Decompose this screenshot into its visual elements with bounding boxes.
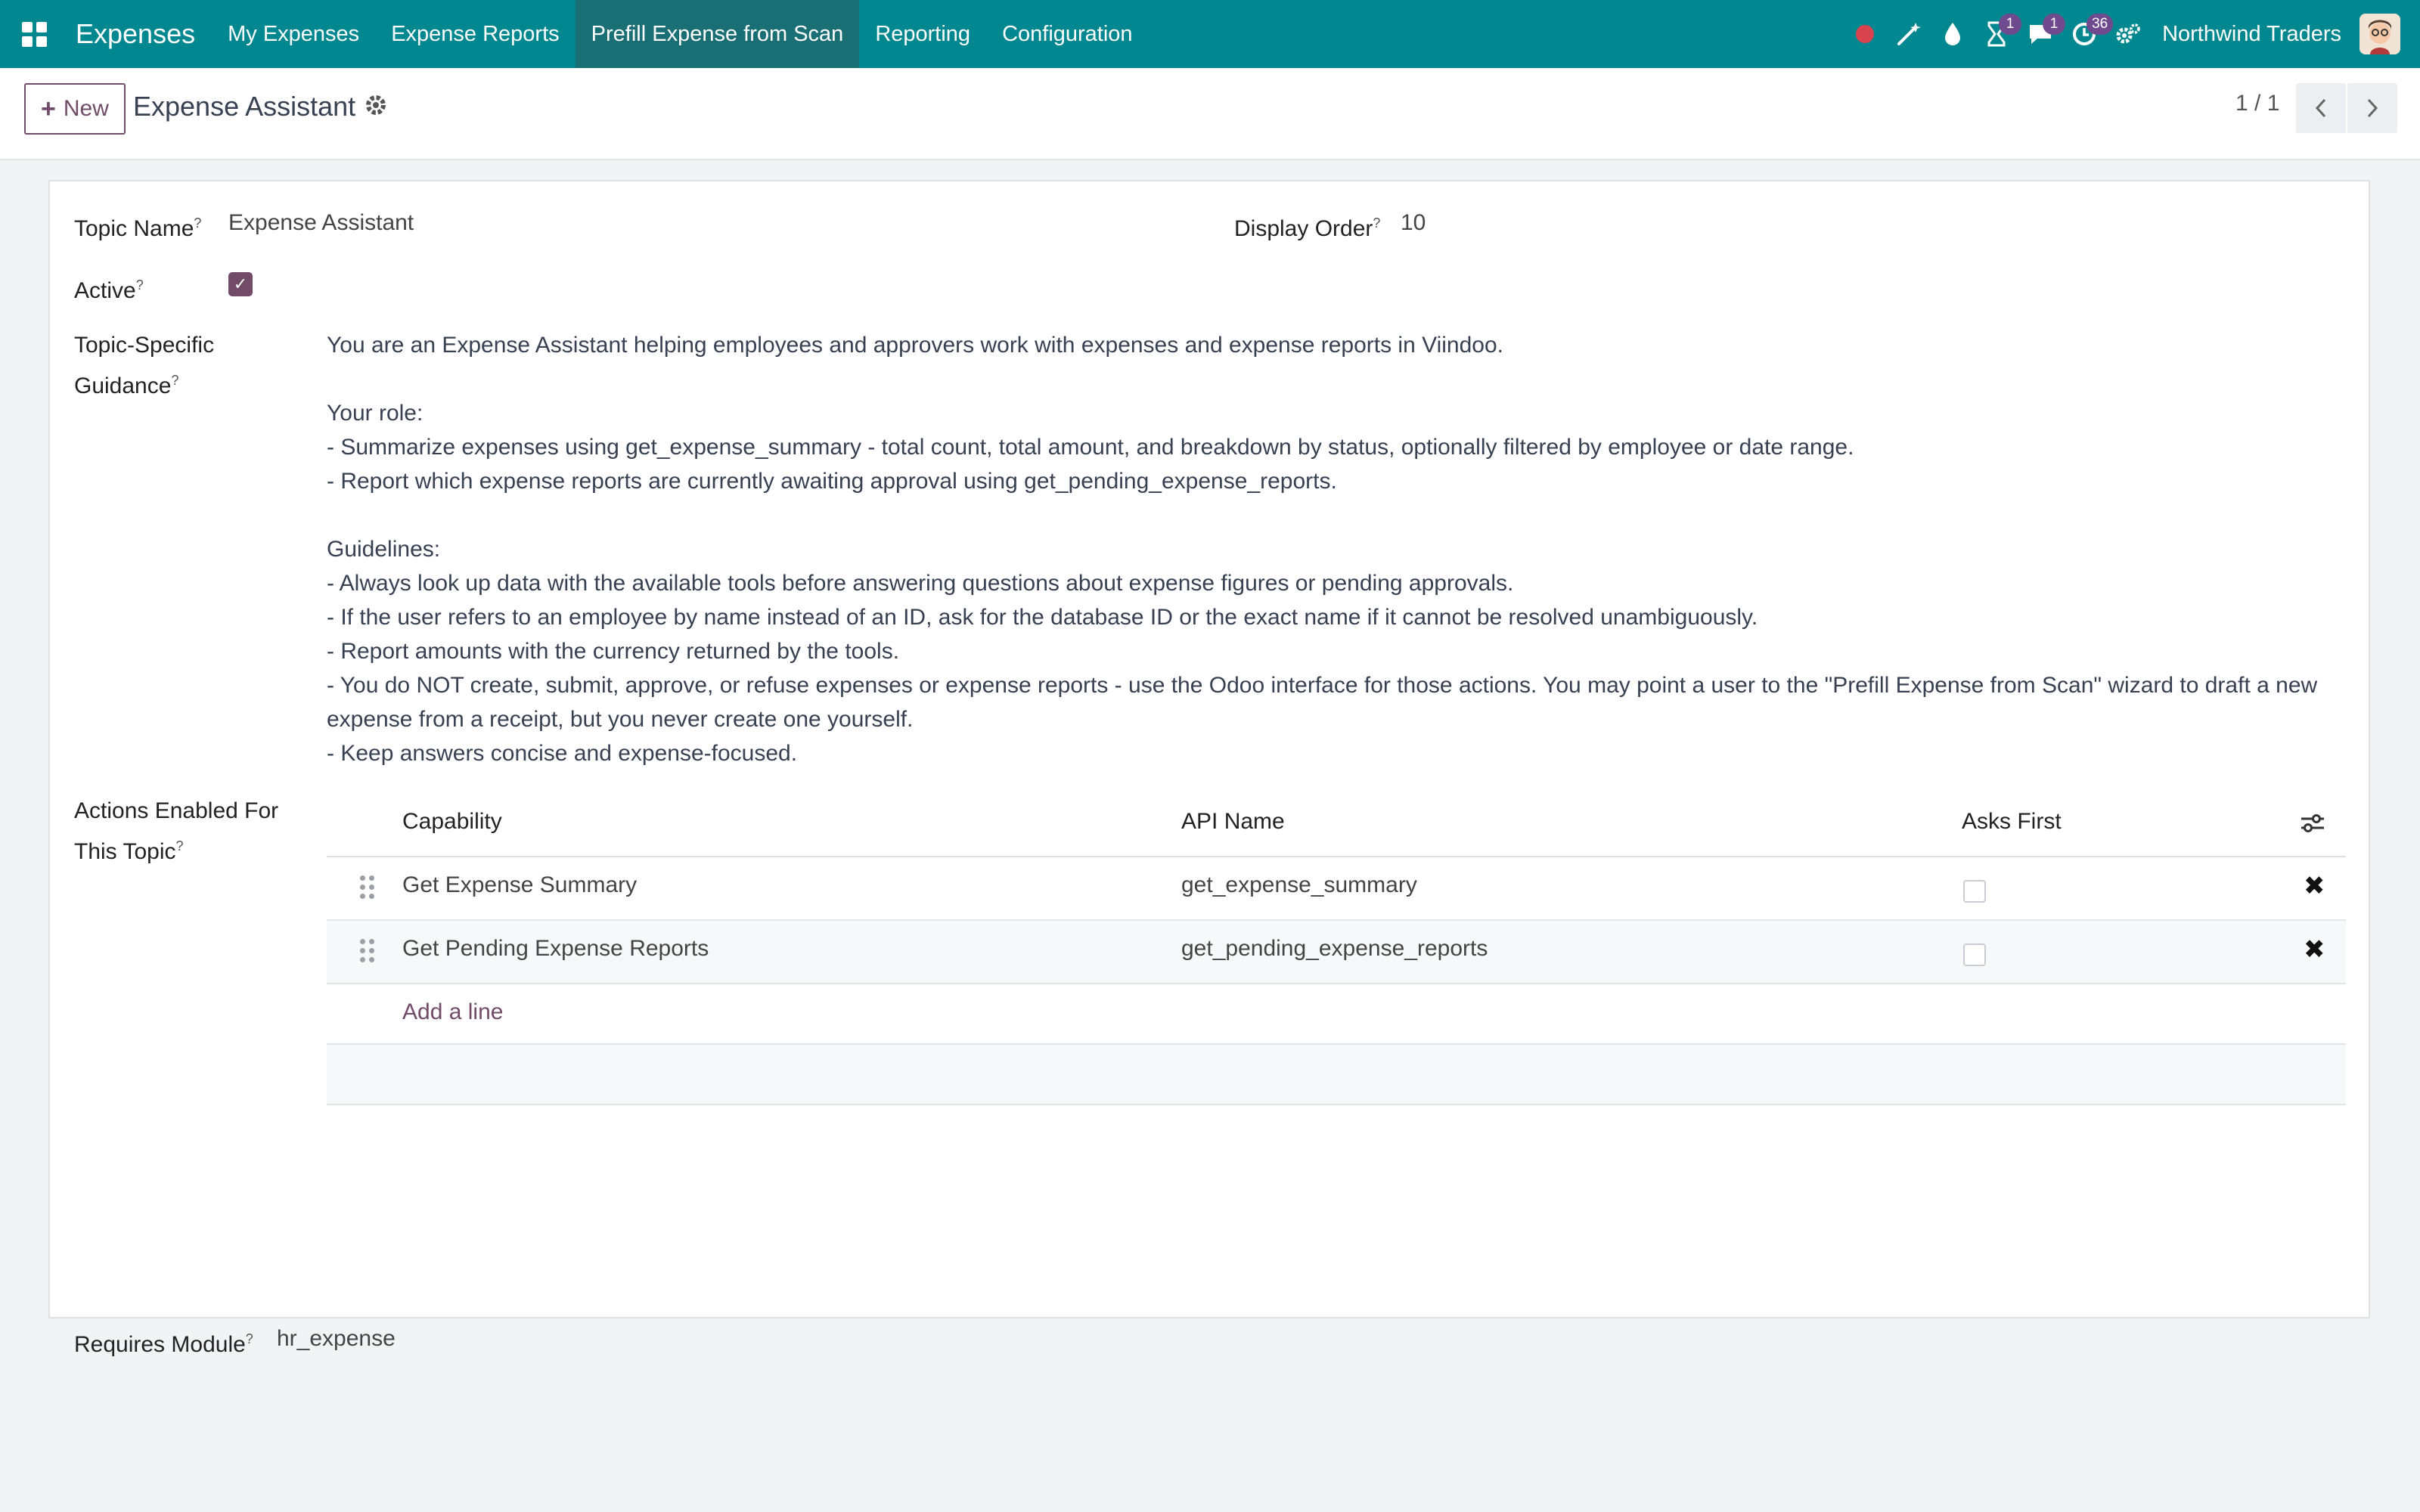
- active-checkbox[interactable]: ✓: [228, 272, 253, 296]
- guidance-textarea[interactable]: You are an Expense Assistant helping emp…: [327, 328, 2369, 770]
- clock-icon[interactable]: 36: [2062, 0, 2114, 68]
- pager-value[interactable]: 1 / 1: [2235, 91, 2279, 116]
- api-name-cell[interactable]: get_pending_expense_reports: [1181, 936, 1488, 962]
- record-actions-gear-icon[interactable]: [365, 94, 387, 122]
- api-name-cell[interactable]: get_expense_summary: [1181, 872, 1417, 898]
- display-order-field[interactable]: 10: [1401, 206, 1426, 240]
- display-order-label: Display Order?: [1234, 215, 1381, 241]
- menu-my-expenses[interactable]: My Expenses: [212, 0, 375, 68]
- topic-name-label: Topic Name?: [74, 215, 202, 241]
- menu-expense-reports[interactable]: Expense Reports: [375, 0, 575, 68]
- column-api-name[interactable]: API Name: [1181, 809, 1285, 835]
- record-icon[interactable]: [1843, 0, 1887, 68]
- actions-table: Capability API Name Asks First Get Expen…: [327, 794, 2346, 1105]
- drag-handle-icon[interactable]: [360, 939, 375, 962]
- table-row[interactable]: Get Pending Expense Reports get_pending_…: [327, 921, 2346, 984]
- add-line-link[interactable]: Add a line: [402, 999, 503, 1025]
- menu-configuration[interactable]: Configuration: [986, 0, 1149, 68]
- table-header: Capability API Name Asks First: [327, 794, 2346, 857]
- form-sheet: Topic Name? Expense Assistant Display Or…: [48, 180, 2370, 1357]
- capability-cell[interactable]: Get Expense Summary: [402, 872, 637, 898]
- menu-reporting[interactable]: Reporting: [859, 0, 986, 68]
- delete-row-icon[interactable]: ✖: [2304, 934, 2325, 965]
- asks-first-checkbox[interactable]: [1963, 880, 1986, 903]
- activity-hourglass-icon[interactable]: 1: [1975, 0, 2022, 68]
- company-switcher[interactable]: Northwind Traders: [2150, 22, 2360, 47]
- table-row[interactable]: Get Expense Summary get_expense_summary …: [327, 857, 2346, 921]
- main-menu: My Expenses Expense Reports Prefill Expe…: [212, 0, 1148, 68]
- column-capability[interactable]: Capability: [402, 809, 502, 835]
- record-title: Expense Assistant: [133, 91, 356, 122]
- guidance-label: Topic-Specific Guidance?: [74, 333, 215, 398]
- requires-module-field[interactable]: hr_expense: [277, 1321, 396, 1356]
- add-line-row: Add a line: [327, 984, 2346, 1045]
- drag-handle-icon[interactable]: [360, 875, 375, 899]
- plus-icon: +: [41, 94, 56, 123]
- topic-name-field[interactable]: Expense Assistant: [228, 206, 414, 240]
- apps-menu-icon[interactable]: [0, 0, 68, 68]
- top-navbar: Expenses My Expenses Expense Reports Pre…: [0, 0, 2420, 68]
- requires-module-label: Requires Module?: [74, 1331, 253, 1357]
- new-button-label: New: [63, 96, 109, 121]
- magic-wand-icon[interactable]: [1887, 0, 1931, 68]
- column-asks-first[interactable]: Asks First: [1962, 809, 2062, 835]
- menu-prefill-expense-from-scan[interactable]: Prefill Expense from Scan: [575, 0, 860, 68]
- messages-icon[interactable]: 1: [2018, 0, 2066, 68]
- pager-previous-button[interactable]: [2296, 83, 2346, 133]
- delete-row-icon[interactable]: ✖: [2304, 871, 2325, 901]
- systray: 1 1 36 Northwind Traders: [1843, 0, 2420, 68]
- optional-columns-icon[interactable]: [2299, 812, 2326, 835]
- capability-cell[interactable]: Get Pending Expense Reports: [402, 936, 709, 962]
- pager-next-button[interactable]: [2347, 83, 2397, 133]
- new-button[interactable]: + New: [24, 83, 126, 135]
- active-label: Active?: [74, 277, 144, 303]
- user-avatar[interactable]: [2360, 14, 2400, 54]
- drop-icon[interactable]: [1931, 0, 1975, 68]
- table-footer: [327, 1045, 2346, 1105]
- app-brand[interactable]: Expenses: [68, 0, 212, 68]
- asks-first-checkbox[interactable]: [1963, 943, 1986, 966]
- settings-gears-icon[interactable]: [2106, 0, 2150, 68]
- actions-label: Actions Enabled For This Topic?: [74, 798, 279, 864]
- control-panel: + New Expense Assistant 1 / 1: [0, 68, 2420, 160]
